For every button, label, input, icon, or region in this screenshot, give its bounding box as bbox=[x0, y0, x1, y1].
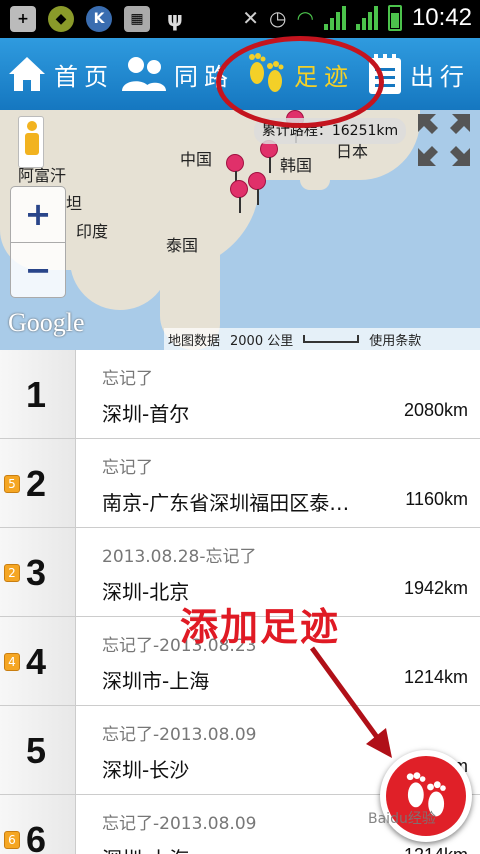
trip-route: 深圳-长沙 bbox=[102, 758, 190, 782]
rank-cell: 5 bbox=[0, 706, 76, 794]
map-label-india: 印度 bbox=[76, 222, 109, 241]
map-data-label: 地图数据 bbox=[168, 333, 221, 349]
home-icon bbox=[6, 54, 48, 94]
rank-cell: 6 6 bbox=[0, 795, 76, 854]
map-view[interactable]: 中国 韩国 日本 阿富汗 坦 印度 泰国 累计路程：16251km + − Go… bbox=[0, 110, 480, 350]
trip-date: 忘记了 bbox=[102, 369, 153, 389]
add-footprint-button[interactable] bbox=[380, 750, 472, 842]
trip-route: 深圳-北京 bbox=[102, 580, 190, 604]
people-icon bbox=[120, 54, 168, 94]
game-icon: ▦ bbox=[124, 6, 150, 32]
battery-icon bbox=[387, 5, 402, 31]
rank-cell: 4 4 bbox=[0, 617, 76, 705]
vibrate-off-icon: ✕ bbox=[242, 6, 260, 30]
rank-number: 3 bbox=[26, 552, 47, 593]
trip-date: 忘记了-2013.08.09 bbox=[102, 814, 257, 834]
trip-route: 深圳市-上海 bbox=[102, 669, 210, 693]
map-scale-bar bbox=[303, 335, 360, 343]
nav-home[interactable]: 首页 bbox=[6, 38, 114, 110]
rank-cell: 1 bbox=[0, 350, 76, 438]
map-label-korea: 韩国 bbox=[280, 156, 313, 175]
signal-icon bbox=[355, 6, 378, 30]
trip-row[interactable]: 1 忘记了 深圳-首尔 2080km bbox=[0, 350, 480, 439]
trip-date: 2013.08.28-忘记了 bbox=[102, 547, 257, 567]
watermark: Baidu经验 bbox=[368, 811, 436, 827]
usb-icon: ψ bbox=[167, 7, 183, 31]
street-view-pegman-icon[interactable] bbox=[18, 116, 44, 168]
rank-cell: 2 3 bbox=[0, 528, 76, 616]
trip-route: 深圳-首尔 bbox=[102, 402, 190, 426]
rank-number: 6 bbox=[26, 819, 47, 854]
app-icon: ◆ bbox=[48, 6, 74, 32]
map-label-thailand: 泰国 bbox=[166, 236, 199, 255]
status-bar: + ◆ K ▦ ψ ✕ ◷ ◠ 10:42 bbox=[0, 0, 480, 38]
trip-distance: 1214km bbox=[404, 845, 468, 854]
map-pin[interactable] bbox=[226, 154, 244, 187]
google-logo: Google bbox=[8, 308, 85, 337]
trip-distance: 1160km bbox=[405, 489, 468, 509]
map-pin[interactable] bbox=[248, 172, 266, 205]
zoom-out-button[interactable]: − bbox=[11, 243, 65, 299]
nav-home-label: 首页 bbox=[54, 62, 114, 91]
rank-number: 2 bbox=[26, 463, 47, 504]
highlight-ring bbox=[216, 36, 384, 128]
trip-distance: 2080km bbox=[403, 400, 468, 420]
signal-icon bbox=[323, 6, 346, 30]
rank-badge: 4 bbox=[4, 653, 20, 671]
k-icon: K bbox=[86, 6, 112, 32]
rank-badge: 2 bbox=[4, 564, 20, 582]
trip-route: 南京-广东省深圳福田区泰… bbox=[102, 491, 350, 515]
add-icon: + bbox=[10, 6, 36, 32]
rank-number: 1 bbox=[26, 374, 47, 415]
map-terms-link[interactable]: 使用条款 bbox=[369, 330, 421, 349]
fullscreen-icon[interactable] bbox=[416, 112, 472, 168]
trip-date: 忘记了 bbox=[102, 458, 153, 478]
trip-route: 深圳-上海 bbox=[102, 843, 189, 854]
zoom-control: + − bbox=[10, 186, 66, 298]
rank-badge: 5 bbox=[4, 475, 20, 493]
trip-distance: 1942km bbox=[403, 578, 468, 598]
trip-distance: 1214km bbox=[403, 667, 468, 687]
wifi-icon: ◠ bbox=[296, 6, 314, 30]
rank-cell: 5 2 bbox=[0, 439, 76, 527]
map-label-pakistan: 坦 bbox=[66, 194, 83, 213]
nav-travel-label: 出行 bbox=[410, 62, 470, 91]
alarm-icon: ◷ bbox=[269, 6, 287, 30]
rank-number: 4 bbox=[26, 641, 47, 682]
trip-row[interactable]: 5 2 忘记了 南京-广东省深圳福田区泰… 1160km bbox=[0, 439, 480, 528]
map-attribution: 地图数据 2000 公里 使用条款 bbox=[164, 328, 480, 350]
annotation-arrow-icon bbox=[309, 646, 392, 758]
rank-number: 5 bbox=[26, 730, 47, 771]
zoom-in-button[interactable]: + bbox=[11, 187, 65, 243]
map-label-china: 中国 bbox=[180, 150, 213, 169]
trip-date: 忘记了-2013.08.09 bbox=[102, 725, 257, 745]
map-pin[interactable] bbox=[230, 180, 248, 213]
map-scale-label: 2000 公里 bbox=[230, 333, 294, 349]
clock: 10:42 bbox=[411, 4, 472, 31]
rank-badge: 6 bbox=[4, 831, 20, 849]
